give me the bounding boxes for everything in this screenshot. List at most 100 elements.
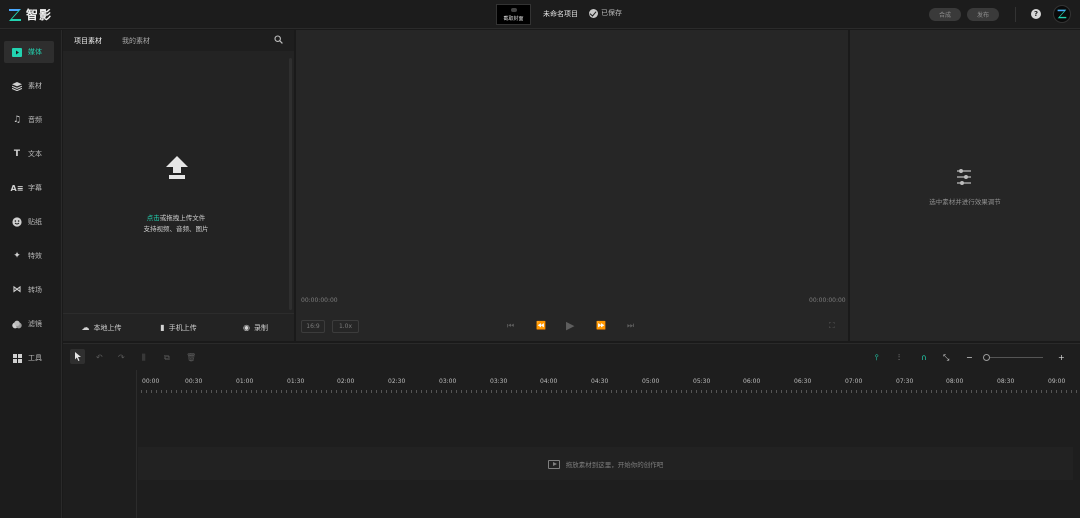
logo-icon — [9, 8, 21, 21]
check-circle-icon — [589, 8, 598, 18]
search-icon[interactable] — [274, 35, 283, 44]
zoom-out-icon[interactable]: − — [966, 353, 973, 362]
upload-click-link[interactable]: 点击 — [147, 214, 160, 222]
record-button[interactable]: ◉ 录制 — [217, 314, 294, 341]
sidebar-item-label: 素材 — [28, 82, 42, 90]
text-t-icon: T — [13, 149, 21, 159]
fullscreen-icon[interactable]: ⛶ — [829, 321, 835, 331]
magnet-icon[interactable]: ∩ — [921, 353, 927, 362]
timeline-toolbar: ↶ ↷ ⫼ ⧉ 🗑 ⫯ ⫶ ∩ ⤡ − + — [63, 344, 1080, 370]
sidebar-item-label: 工具 — [28, 354, 42, 362]
sidebar-item-label: 特效 — [28, 252, 42, 260]
time-ruler[interactable]: 00:00 00:30 01:00 01:30 02:00 02:30 03:0… — [138, 370, 1080, 394]
sidebar-item-label: 贴纸 — [28, 218, 42, 226]
fit-icon[interactable]: ⤡ — [943, 353, 949, 363]
play-icon[interactable]: ▶ — [566, 319, 574, 332]
layers-icon — [12, 81, 22, 91]
subtitle-icon: A≡ — [10, 183, 24, 193]
help-icon[interactable]: ? — [1031, 9, 1041, 19]
split-icon[interactable]: ⫼ — [142, 353, 146, 363]
upload-dropzone[interactable]: 点击或拖拽上传文件 支持视频、音频、图片 — [63, 51, 294, 313]
sidebar-item-label: 转场 — [28, 286, 42, 294]
select-tool-button[interactable] — [70, 349, 85, 364]
ruler-tick: 05:30 — [693, 378, 711, 385]
cursor-arrow-icon — [74, 352, 81, 361]
app-logo[interactable]: 智影 — [8, 6, 52, 23]
sidebar-item-media[interactable]: 媒体 — [4, 41, 54, 63]
tab-my-assets[interactable]: 我的素材 — [122, 36, 150, 46]
sidebar-item-audio[interactable]: ♫ 音频 — [4, 109, 54, 131]
save-status: 已保存 — [589, 8, 622, 18]
skip-start-icon[interactable]: ⏮ — [507, 321, 514, 331]
ruler-tick: 05:00 — [642, 378, 660, 385]
undo-icon[interactable]: ↶ — [96, 353, 103, 362]
aspect-ratio-button[interactable]: 16:9 — [301, 320, 325, 333]
tools-grid-icon — [12, 353, 22, 363]
sidebar-item-label: 媒体 — [28, 48, 42, 56]
local-upload-button[interactable]: ☁ 本地上传 — [63, 314, 140, 341]
sparkle-icon: ✦ — [13, 251, 21, 261]
total-timecode: 00:00:00:00 — [809, 297, 846, 304]
compose-button[interactable]: 合成 — [929, 8, 961, 21]
filter-icon — [12, 319, 22, 329]
phone-upload-button[interactable]: ▮ 手机上传 — [140, 314, 217, 341]
media-tabs: 项目素材 我的素材 — [63, 30, 294, 51]
sidebar-item-filter[interactable]: 滤镜 — [4, 313, 54, 335]
music-note-icon: ♫ — [12, 115, 22, 125]
inspector-hint: 选中素材并进行效果调节 — [929, 198, 1001, 206]
tab-project-assets[interactable]: 项目素材 — [74, 36, 102, 46]
sidebar-item-sticker[interactable]: 贴纸 — [4, 211, 54, 233]
rewind-icon[interactable]: ⏪ — [536, 321, 546, 330]
ruler-tick: 07:00 — [845, 378, 863, 385]
zoom-in-icon[interactable]: + — [1058, 353, 1065, 362]
record-icon: ◉ — [243, 323, 250, 332]
audio-split-icon[interactable]: ⫶ — [898, 353, 900, 363]
cover-thumbnail[interactable]: 截取封面 — [496, 4, 531, 25]
skip-end-icon[interactable]: ⏭ — [627, 321, 634, 331]
sidebar-item-label: 滤镜 — [28, 320, 42, 328]
main-track-dropzone[interactable]: 拖放素材到这里，开始你的创作吧 — [138, 447, 1073, 480]
upload-actions: ☁ 本地上传 ▮ 手机上传 ◉ 录制 — [63, 313, 294, 341]
sidebar-item-label: 字幕 — [28, 184, 42, 192]
ruler-tick: 02:00 — [337, 378, 355, 385]
redo-icon[interactable]: ↷ — [118, 353, 125, 362]
sidebar-item-tools[interactable]: 工具 — [4, 347, 54, 369]
cover-label: 截取封面 — [503, 16, 524, 22]
sliders-icon — [957, 169, 971, 185]
header-divider — [1015, 7, 1016, 22]
zoom-slider-handle[interactable] — [983, 354, 990, 361]
camera-icon — [510, 8, 517, 12]
ruler-tick: 03:00 — [439, 378, 457, 385]
drop-hint-label: 拖放素材到这里，开始你的创作吧 — [565, 461, 664, 469]
media-scrollbar[interactable] — [289, 58, 292, 310]
snap-icon[interactable]: ⫯ — [875, 353, 878, 363]
ruler-tick: 04:30 — [591, 378, 609, 385]
sidebar-item-transition[interactable]: ⋈ 转场 — [4, 279, 54, 301]
phone-upload-label: 手机上传 — [168, 323, 197, 332]
ruler-tick: 02:30 — [388, 378, 406, 385]
fast-forward-icon[interactable]: ⏩ — [596, 321, 606, 330]
record-label: 录制 — [253, 323, 268, 332]
project-name[interactable]: 未命名项目 — [543, 9, 578, 19]
upload-instruction-rest: 或拖拽上传文件 — [159, 214, 206, 222]
zoom-slider-track[interactable] — [985, 357, 1043, 358]
sidebar-item-subtitle[interactable]: A≡ 字幕 — [4, 177, 54, 199]
sidebar-item-effects[interactable]: ✦ 特效 — [4, 245, 54, 267]
ruler-tick: 01:00 — [236, 378, 254, 385]
sidebar-item-label: 文本 — [28, 150, 42, 158]
transition-icon: ⋈ — [12, 285, 22, 295]
sidebar: 媒体 素材 ♫ 音频 T 文本 A≡ 字幕 贴纸 ✦ 特效 ⋈ 转场 滤镜 工具 — [0, 30, 62, 518]
app-name: 智影 — [26, 8, 53, 22]
save-status-label: 已保存 — [601, 9, 622, 17]
upload-instruction: 点击或拖拽上传文件 — [63, 212, 289, 222]
avatar[interactable] — [1053, 5, 1071, 23]
ruler-tick: 08:30 — [997, 378, 1015, 385]
sidebar-item-text[interactable]: T 文本 — [4, 143, 54, 165]
sidebar-item-assets[interactable]: 素材 — [4, 75, 54, 97]
copy-icon[interactable]: ⧉ — [164, 353, 170, 363]
playback-speed-button[interactable]: 1.0x — [332, 320, 359, 333]
ruler-tick: 03:30 — [490, 378, 508, 385]
publish-button[interactable]: 发布 — [967, 8, 999, 21]
delete-icon[interactable]: 🗑 — [186, 353, 196, 362]
ruler-tick: 06:00 — [743, 378, 761, 385]
